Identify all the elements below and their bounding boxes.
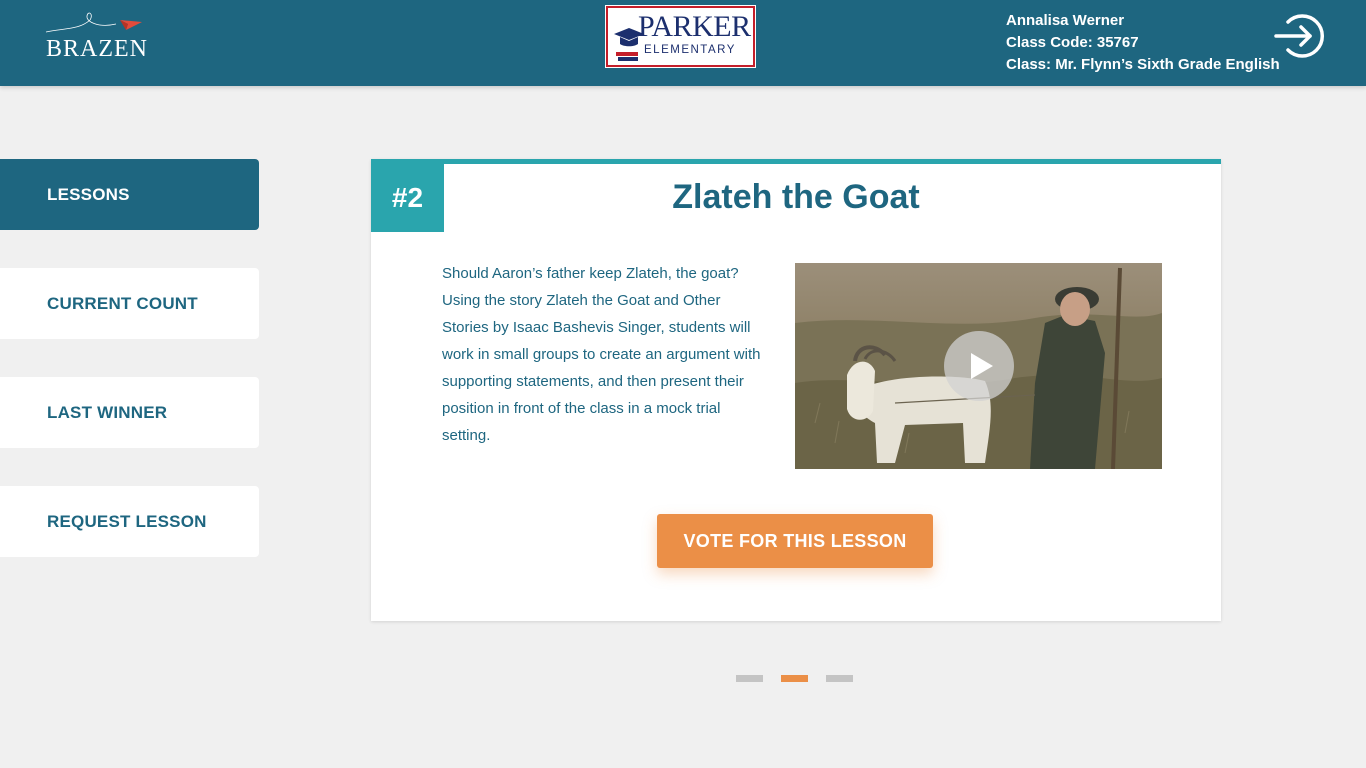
vote-for-lesson-button[interactable]: VOTE FOR THIS LESSON [657,514,933,568]
user-info: Annalisa Werner Class Code: 35767 Class:… [1006,10,1280,76]
lesson-card: #2 Zlateh the Goat Should Aaron’s father… [371,159,1221,621]
pager-dot-1[interactable] [736,675,763,682]
sidebar-item-request-lesson[interactable]: REQUEST LESSON [0,486,259,557]
sidebar-item-last-winner[interactable]: LAST WINNER [0,377,259,448]
logout-icon [1274,14,1325,58]
brazen-logo[interactable]: BRAZEN [44,10,154,66]
pager-dot-3[interactable] [826,675,853,682]
play-icon[interactable] [944,331,1014,401]
pager-dot-2[interactable] [781,675,808,682]
brand-name: BRAZEN [46,36,148,62]
school-name: PARKER [638,10,751,43]
class-code: Class Code: 35767 [1006,34,1139,51]
school-subtitle: ELEMENTARY [644,44,736,56]
lesson-description: Should Aaron’s father keep Zlateh, the g… [442,265,761,444]
sidebar-item-current-count[interactable]: CURRENT COUNT [0,268,259,339]
lesson-title: Zlateh the Goat [672,178,920,216]
user-name: Annalisa Werner [1006,12,1125,29]
top-header: BRAZEN PARKER ELEMENTARY Annalisa Werner… [0,0,1366,86]
sidebar-item-lessons[interactable]: LESSONS [0,159,259,230]
logout-button[interactable] [1274,14,1326,58]
lesson-video-thumbnail[interactable] [795,263,1162,469]
school-logo: PARKER ELEMENTARY [605,5,756,68]
class-name: Class: Mr. Flynn’s Sixth Grade English [1006,56,1280,73]
